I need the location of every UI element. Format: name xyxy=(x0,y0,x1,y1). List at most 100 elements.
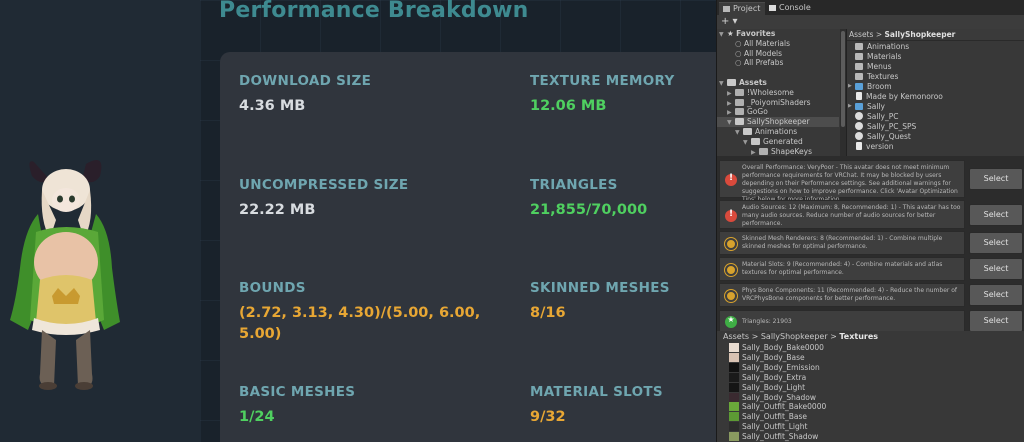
texture-item[interactable]: Sally_Outfit_Shadow xyxy=(729,432,818,442)
breadcrumb-mid[interactable]: SallyShopkeeper xyxy=(761,332,828,341)
asset-item-label: Sally_PC_SPS xyxy=(867,121,917,131)
breadcrumb-current[interactable]: Textures xyxy=(839,332,878,341)
asset-item-label: Textures xyxy=(867,71,899,81)
select-button[interactable]: Select xyxy=(969,204,1023,226)
select-button[interactable]: Select xyxy=(969,258,1023,280)
warning-icon xyxy=(725,290,737,302)
tree-item[interactable]: ○ All Models xyxy=(717,49,839,59)
expand-right-icon[interactable]: ▶ xyxy=(727,109,735,116)
texture-item[interactable]: Sally_Body_Bake0000 xyxy=(729,343,824,353)
project-tree[interactable]: ▼ ★ Favorites ○ All Materials ○ All Models ○… xyxy=(717,29,845,156)
tree-item-label: Generated xyxy=(763,136,803,146)
texture-item[interactable]: Sally_Body_Base xyxy=(729,352,805,363)
breadcrumb-root[interactable]: Assets xyxy=(723,332,749,341)
expand-right-icon[interactable]: ▶ xyxy=(848,83,852,89)
stat-label: UNCOMPRESSED SIZE xyxy=(239,177,409,193)
asset-item[interactable]: Materials xyxy=(855,52,901,62)
asset-item-label: version xyxy=(866,141,894,151)
stat-bounds: BOUNDS (2.72, 3.13, 4.30)/(5.00, 6.00, 5… xyxy=(239,280,501,345)
scrollbar-thumb[interactable] xyxy=(841,31,845,127)
folder-icon xyxy=(855,62,863,70)
expand-right-icon[interactable]: ▶ xyxy=(848,103,852,109)
folder-icon xyxy=(855,72,863,80)
texture-item-label: Sally_Body_Light xyxy=(742,382,806,392)
asset-item-label: Made by Kemonoroo xyxy=(866,91,943,101)
warning-item: Phys Bone Components: 11 (Recommended: 4… xyxy=(719,283,965,307)
folder-icon xyxy=(735,88,744,96)
tree-item-label: All Materials xyxy=(743,38,790,48)
tree-item[interactable]: ○ All Prefabs xyxy=(717,58,839,68)
expand-down-icon[interactable]: ▼ xyxy=(719,31,727,38)
tree-item[interactable]: ▶ _PoiyomiShaders xyxy=(717,98,839,108)
expand-down-icon[interactable]: ▼ xyxy=(719,80,727,87)
avatar-descriptor-icon xyxy=(855,111,863,120)
texture-browser: Assets > SallyShopkeeper > Textures Sall… xyxy=(717,331,1024,442)
texture-item[interactable]: Sally_Outfit_Light xyxy=(729,422,807,432)
expand-down-icon[interactable]: ▼ xyxy=(735,129,743,136)
texture-item[interactable]: Sally_Outfit_Bake0000 xyxy=(729,402,826,412)
tab-label: Project xyxy=(733,4,761,13)
select-button[interactable]: Select xyxy=(969,232,1023,254)
stat-value: 1/24 xyxy=(239,409,275,425)
asset-item[interactable]: Menus xyxy=(855,62,892,72)
asset-item[interactable]: Sally_Quest xyxy=(855,131,911,142)
asset-item[interactable]: ▶ Sally xyxy=(848,102,885,112)
expand-right-icon[interactable]: ▶ xyxy=(727,100,735,107)
select-button[interactable]: Select xyxy=(969,310,1023,332)
tree-item[interactable]: ▼ ★ Favorites xyxy=(717,29,839,39)
asset-item[interactable]: Animations xyxy=(855,42,909,52)
warning-text: Audio Sources: 12 (Maximum: 8, Recommend… xyxy=(742,204,961,227)
stat-label: DOWNLOAD SIZE xyxy=(239,73,372,89)
asset-item[interactable]: Sally_PC xyxy=(855,111,898,122)
expand-right-icon[interactable]: ▶ xyxy=(727,90,735,97)
stat-value: 21,855/70,000 xyxy=(530,202,648,218)
expand-down-icon[interactable]: ▼ xyxy=(743,139,751,146)
stat-label: TEXTURE MEMORY xyxy=(530,73,675,89)
texture-item-label: Sally_Outfit_Shadow xyxy=(742,432,819,442)
texture-item[interactable]: Sally_Body_Extra xyxy=(729,372,806,383)
star-icon: ★ xyxy=(725,315,737,328)
breadcrumb-sep: > xyxy=(751,332,759,341)
create-button[interactable]: + ▾ xyxy=(721,16,738,27)
folder-icon xyxy=(723,6,730,12)
folder-icon xyxy=(855,52,863,60)
texture-item[interactable]: Sally_Body_Light xyxy=(729,382,806,393)
asset-item[interactable]: ▶ Broom xyxy=(848,82,892,92)
texture-item[interactable]: Sally_Outfit_Base xyxy=(729,412,807,422)
warning-text: Phys Bone Components: 11 (Recommended: 4… xyxy=(742,287,958,302)
breadcrumb-current[interactable]: SallyShopkeeper xyxy=(885,30,956,39)
scene-viewport[interactable] xyxy=(0,0,200,442)
breadcrumb-root[interactable]: Assets xyxy=(849,30,873,39)
stat-value: (2.72, 3.13, 4.30)/(5.00, 6.00, 5.00) xyxy=(239,305,481,342)
asset-item[interactable]: version xyxy=(855,141,894,152)
asset-item[interactable]: Made by Kemonoroo xyxy=(855,91,943,102)
expand-right-icon[interactable]: ▶ xyxy=(751,149,759,156)
tree-item[interactable]: ▼ Animations xyxy=(717,127,839,137)
tree-item[interactable]: ▼ Generated xyxy=(717,137,839,147)
stat-skinned-meshes: SKINNED MESHES 8/16 xyxy=(530,280,716,324)
tree-item[interactable]: ▶ !Wholesome xyxy=(717,88,839,98)
asset-item[interactable]: Textures xyxy=(855,72,898,82)
avatar-model xyxy=(10,160,120,390)
select-button[interactable]: Select xyxy=(969,168,1023,190)
select-button[interactable]: Select xyxy=(969,284,1023,306)
tree-item[interactable]: ○ All Materials xyxy=(717,39,839,49)
asset-item-label: Materials xyxy=(867,51,902,61)
texture-thumbnail-icon xyxy=(729,432,739,442)
tree-item[interactable]: ▶ GoGo xyxy=(717,107,839,117)
tree-item[interactable]: ▶ ShapeKeys xyxy=(717,147,839,156)
folder-icon xyxy=(735,118,744,126)
asset-item[interactable]: Sally_PC_SPS xyxy=(855,121,917,132)
warning-icon xyxy=(725,238,737,250)
texture-item[interactable]: Sally_Body_Emission xyxy=(729,362,820,373)
tab-project[interactable]: Project xyxy=(719,2,766,15)
stat-label: SKINNED MESHES xyxy=(530,280,670,296)
texture-item[interactable]: Sally_Body_Shadow xyxy=(729,392,816,403)
tree-item[interactable]: ▼ Assets xyxy=(717,78,839,88)
tree-item[interactable]: ▼ SallyShopkeeper xyxy=(717,117,839,128)
tree-item-label: !Wholesome xyxy=(747,87,794,97)
tree-item-label: _PoiyomiShaders xyxy=(747,97,811,107)
expand-down-icon[interactable]: ▼ xyxy=(727,119,735,126)
tab-console[interactable]: Console xyxy=(765,2,816,15)
texture-item-label: Sally_Outfit_Base xyxy=(742,412,807,422)
